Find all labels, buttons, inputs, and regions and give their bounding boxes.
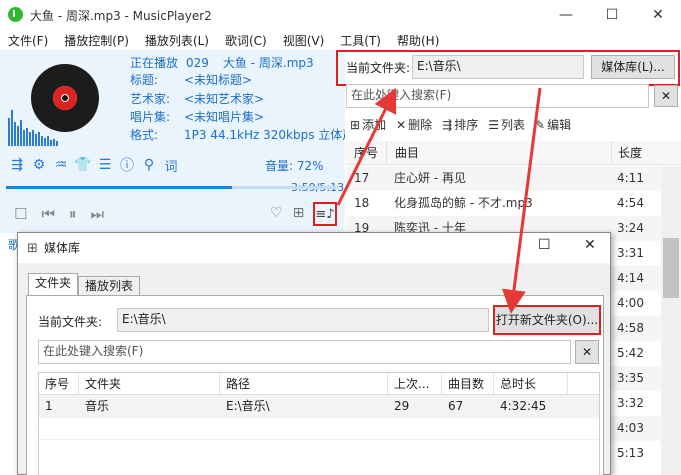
annotation-arrows — [336, 87, 542, 314]
arrow-to-open-folder — [502, 87, 542, 314]
arrow-to-folder-bar — [336, 87, 397, 206]
